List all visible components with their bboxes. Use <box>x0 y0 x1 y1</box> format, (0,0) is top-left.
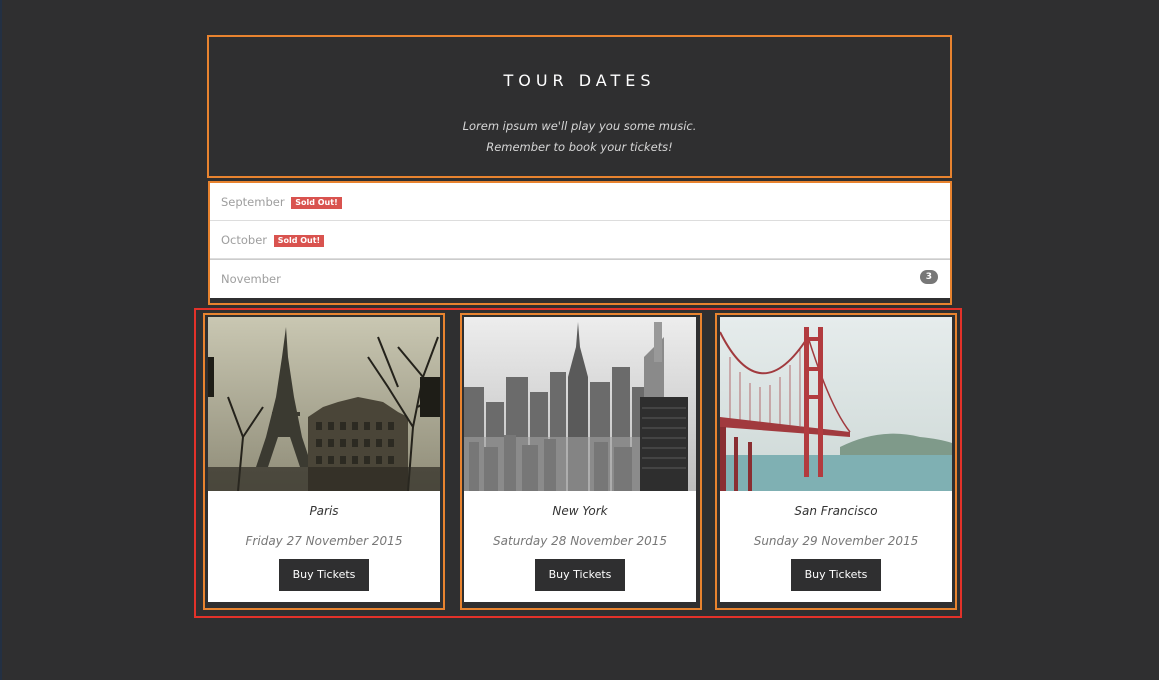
month-label: November <box>221 272 281 286</box>
card-city: San Francisco <box>794 504 878 518</box>
count-badge: 3 <box>919 270 938 284</box>
subtitle-line-2: Remember to book your tickets! <box>486 140 673 154</box>
card-date: Friday 27 November 2015 <box>245 534 403 548</box>
buy-tickets-button[interactable]: Buy Tickets <box>791 559 881 591</box>
buy-tickets-button[interactable]: Buy Tickets <box>535 559 625 591</box>
tour-card-new-york: New York Saturday 28 November 2015 Buy T… <box>464 317 696 602</box>
sold-out-badge: Sold Out! <box>291 197 342 209</box>
month-item-october[interactable]: October Sold Out! <box>210 221 950 259</box>
tour-card-paris: Paris Friday 27 November 2015 Buy Ticket… <box>208 317 440 602</box>
card-date: Saturday 28 November 2015 <box>493 534 667 548</box>
eiffel-tower-photo <box>208 317 440 491</box>
months-list: September Sold Out! October Sold Out! No… <box>208 181 952 305</box>
page-subtitle: Lorem ipsum we'll play you some music. R… <box>209 116 950 158</box>
new-york-skyline-photo <box>464 317 696 491</box>
subtitle-line-1: Lorem ipsum we'll play you some music. <box>462 119 697 133</box>
page-title: TOUR DATES <box>503 71 656 90</box>
month-item-november[interactable]: November 3 <box>210 259 950 297</box>
golden-gate-bridge-photo <box>720 317 952 491</box>
card-city: Paris <box>309 504 339 518</box>
sold-out-badge: Sold Out! <box>273 235 325 247</box>
buy-tickets-button[interactable]: Buy Tickets <box>279 559 369 591</box>
tour-card-san-francisco: San Francisco Sunday 29 November 2015 Bu… <box>720 317 952 602</box>
window-edge <box>0 0 2 680</box>
tour-header: TOUR DATES Lorem ipsum we'll play you so… <box>207 35 952 178</box>
month-item-september[interactable]: September Sold Out! <box>210 183 950 221</box>
card-city: New York <box>552 504 608 518</box>
list-bottom-divider <box>210 298 950 303</box>
card-date: Sunday 29 November 2015 <box>753 534 919 548</box>
month-label: September <box>221 195 285 209</box>
month-label: October <box>221 233 268 247</box>
